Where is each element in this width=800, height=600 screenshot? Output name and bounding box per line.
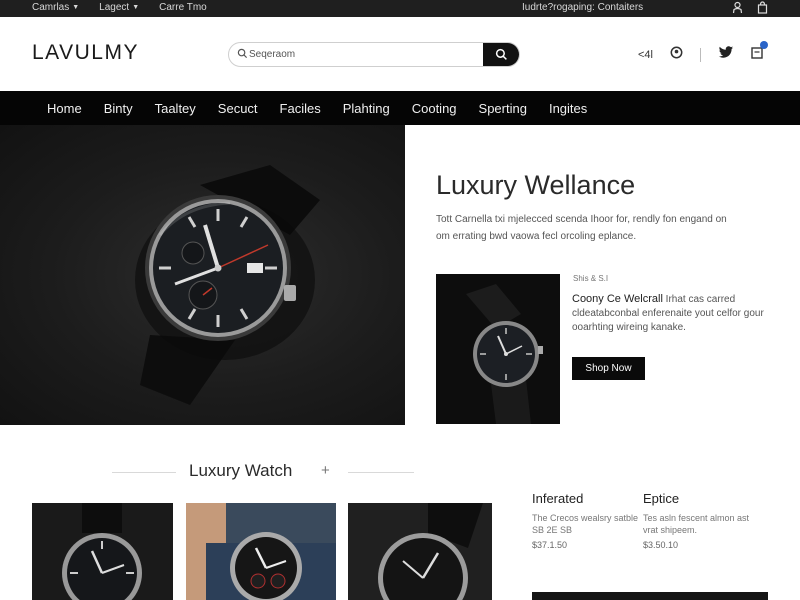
- info-col-2-title[interactable]: Eptice: [643, 491, 679, 506]
- search-icon: [495, 48, 507, 60]
- search-bar: [228, 42, 520, 67]
- twitter-icon[interactable]: [718, 46, 734, 64]
- info-col-1-desc: The Crecos wealsry satble SB 2E SB: [532, 513, 639, 535]
- promo-tag: Shis & S.I: [573, 274, 609, 283]
- cart-badge: [760, 41, 768, 49]
- brand-logo[interactable]: LAVULMY: [32, 41, 139, 65]
- product-card-3[interactable]: [348, 503, 492, 600]
- promo-title: Coony Ce Welcrall: [572, 293, 663, 305]
- search-input[interactable]: [249, 43, 489, 66]
- hero-description: Tott Carnella txi mjelecced scenda Ihoor…: [436, 214, 727, 242]
- info-col-2-desc: Tes asln fescent almon ast vrat shipeem.: [643, 513, 750, 535]
- search-icon: [237, 48, 248, 59]
- chevron-down-icon: ▼: [132, 4, 140, 11]
- nav-item-ingites[interactable]: Ingites: [549, 101, 587, 116]
- nav-item-binty[interactable]: Binty: [104, 101, 133, 116]
- watch-illustration: [466, 284, 543, 424]
- info-col-1-price: $37.1.50: [532, 540, 568, 550]
- header-icons: <4l: [638, 41, 768, 64]
- info-col-2-price: $3.50.10: [643, 540, 679, 550]
- shop-now-button[interactable]: Shop Now: [572, 357, 645, 380]
- nav-list: Home Binty Taaltey Secuct Faciles Plahti…: [47, 101, 609, 116]
- promo-watch-image[interactable]: [436, 274, 560, 424]
- chevron-down-icon: ▼: [72, 4, 80, 11]
- utility-icons: [732, 1, 768, 17]
- utility-link-3[interactable]: Carre Tmo: [159, 2, 207, 13]
- header-divider: [700, 48, 701, 62]
- watch-illustration: [186, 503, 336, 600]
- product-card-1[interactable]: [32, 503, 173, 600]
- promo-text-block: Coony Ce Welcrall Irhat cas carred cldea…: [572, 292, 772, 335]
- nav-item-cooting[interactable]: Cooting: [412, 101, 457, 116]
- site-header: LAVULMY <4l: [0, 17, 800, 91]
- nav-item-secuct[interactable]: Secuct: [218, 101, 258, 116]
- watch-illustration: [378, 503, 483, 600]
- nav-item-plahting[interactable]: Plahting: [343, 101, 390, 116]
- bottom-banner: [532, 592, 768, 600]
- hero-title: Luxury Wellance: [436, 170, 636, 200]
- watch-illustration: [62, 503, 142, 600]
- bag-icon[interactable]: [757, 1, 768, 17]
- utility-link-2[interactable]: Lagect ▼: [99, 2, 139, 13]
- expand-plus-icon[interactable]: +: [321, 462, 330, 479]
- section-divider-left: [112, 472, 176, 473]
- utility-link-1[interactable]: Camrlas ▼: [32, 2, 79, 13]
- watch-illustration: [135, 165, 320, 405]
- utility-promo: Iudrte?rogaping: Contaiters: [522, 2, 644, 13]
- product-card-2[interactable]: [186, 503, 336, 600]
- utility-links: Camrlas ▼ Lagect ▼ Carre Tmo: [32, 2, 207, 13]
- cart-button[interactable]: [751, 41, 768, 64]
- nav-item-home[interactable]: Home: [47, 101, 82, 116]
- nav-item-sperting[interactable]: Sperting: [479, 101, 527, 116]
- search-button[interactable]: [483, 43, 519, 66]
- info-col-1-title[interactable]: Inferated: [532, 491, 583, 506]
- account-icon[interactable]: [732, 1, 743, 17]
- user-circle-icon[interactable]: [670, 46, 683, 64]
- language-selector[interactable]: <4l: [638, 49, 653, 61]
- utility-bar: Camrlas ▼ Lagect ▼ Carre Tmo Iudrte?rogapi…: [0, 0, 800, 17]
- hero-watch-image: [0, 125, 405, 425]
- main-nav: Home Binty Taaltey Secuct Faciles Plahti…: [0, 91, 800, 125]
- section-title: Luxury Watch: [189, 461, 293, 480]
- nav-item-taaltey[interactable]: Taaltey: [155, 101, 196, 116]
- hero-content: Luxury Wellance Tott Carnella txi mjelec…: [405, 125, 800, 425]
- nav-item-faciles[interactable]: Faciles: [280, 101, 321, 116]
- section-divider-right: [348, 472, 414, 473]
